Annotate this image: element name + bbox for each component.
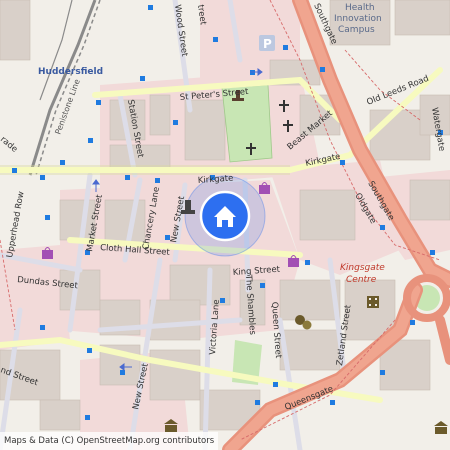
svg-text:P: P [263,37,272,51]
parking-icon: P [259,35,275,51]
map-view[interactable]: P Huddersfield Penistone Line Wood Stree… [0,0,450,450]
map-attribution[interactable]: Maps & Data (C) OpenStreetMap.org contri… [0,432,219,450]
label-huddersfield: Huddersfield [38,67,103,77]
label-health-campus-line1: Health [345,3,375,13]
map-canvas: P Huddersfield Penistone Line Wood Stree… [0,0,450,450]
label-kingsgate-centre-line1: Kingsgate [340,263,385,273]
label-kingsgate-centre-line2: Centre [346,275,377,285]
label-health-campus-line2: Innovation [334,14,382,24]
location-marker-icon[interactable] [199,190,251,242]
label-health-campus-line3: Campus [338,25,375,35]
cinema-icon [367,296,379,308]
